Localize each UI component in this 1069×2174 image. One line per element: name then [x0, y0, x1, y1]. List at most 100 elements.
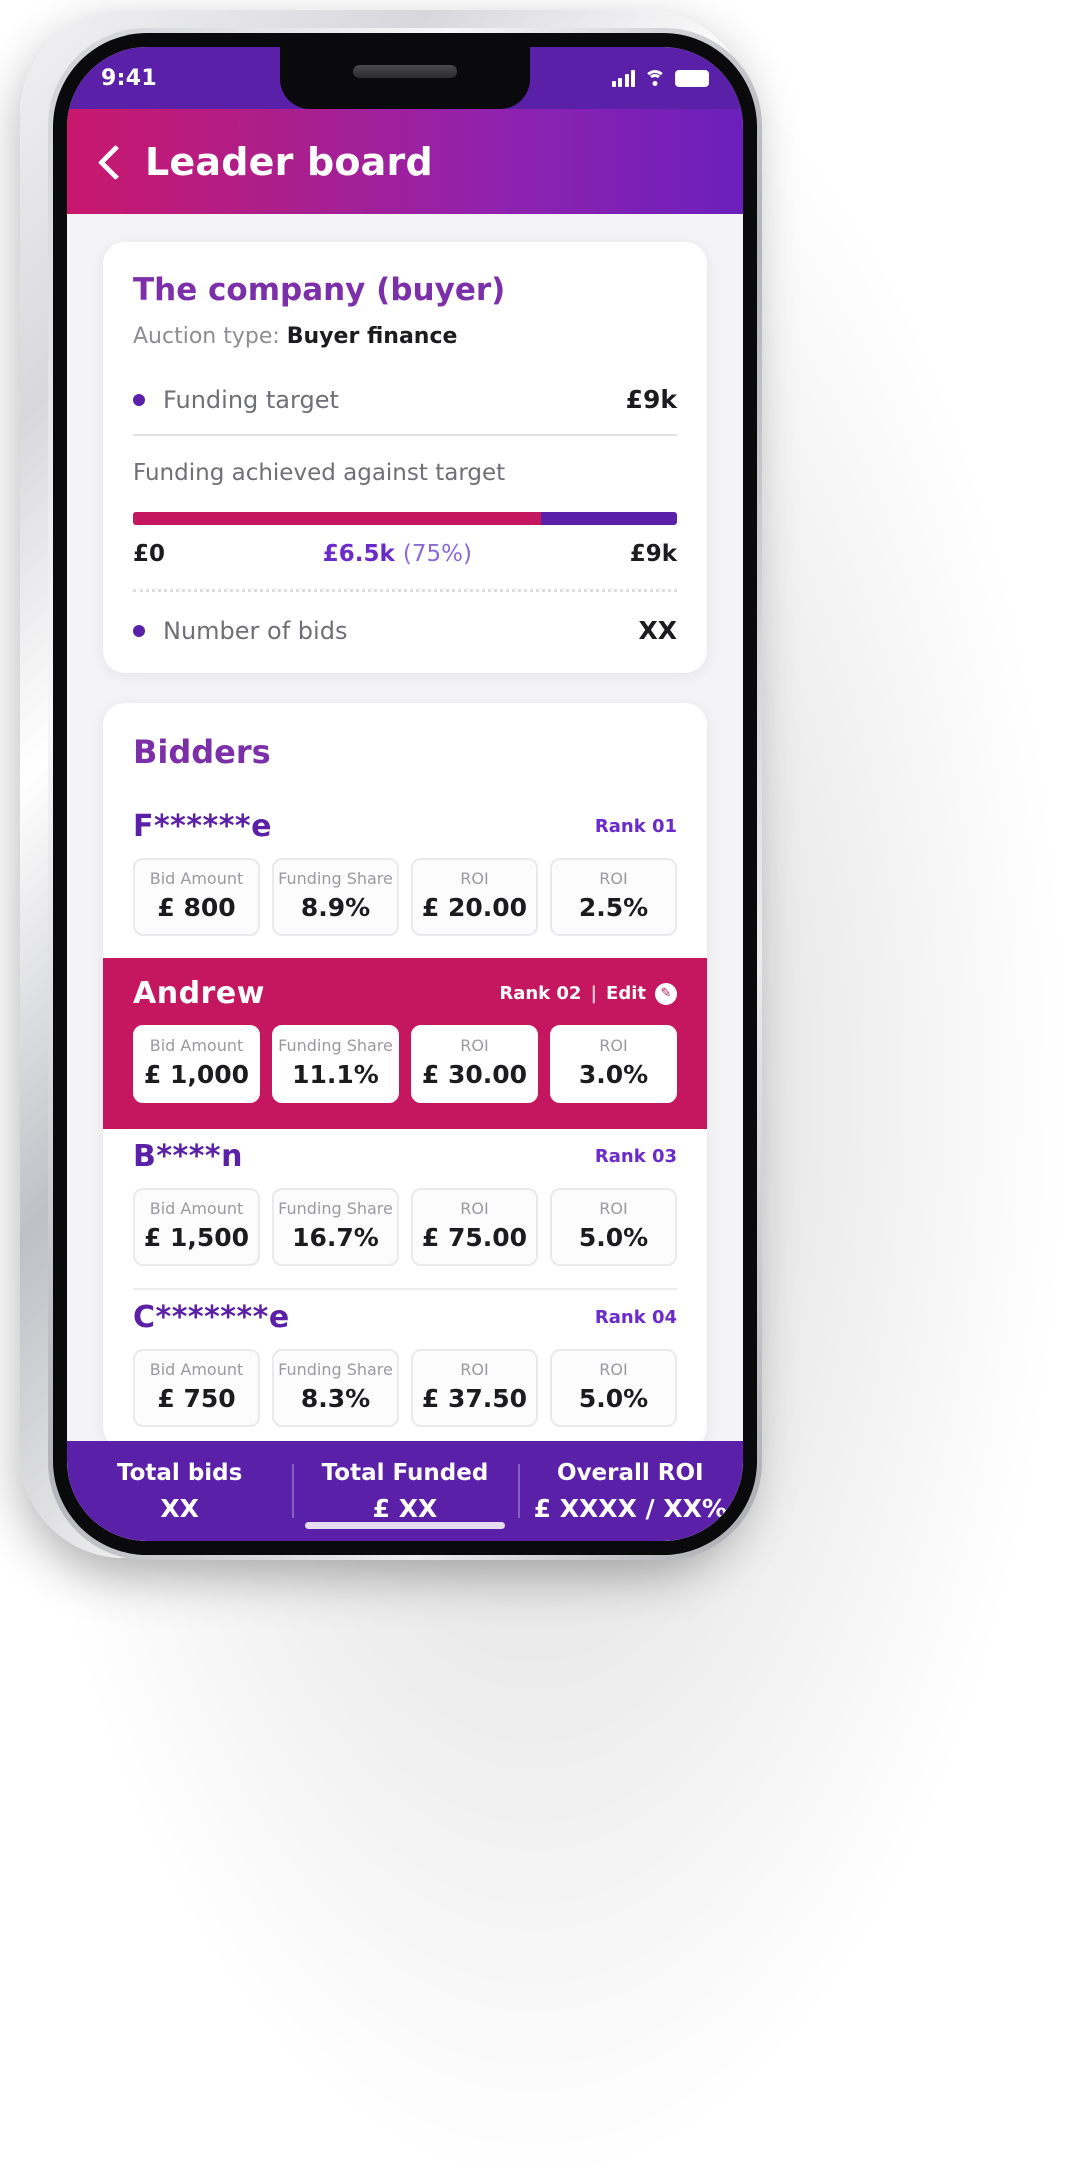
stat-label: Bid Amount — [149, 1199, 244, 1218]
back-chevron-icon[interactable] — [97, 142, 123, 182]
auction-type-label: Auction type: — [133, 324, 280, 349]
funding-progress-bar — [133, 512, 677, 525]
rank-separator: | — [590, 983, 598, 1004]
stat-label: Bid Amount — [149, 1036, 244, 1055]
stat-roi-value: ROI £ 30.00 — [411, 1025, 538, 1103]
bidder-rank: Rank 04 — [594, 1307, 677, 1328]
stat-label: Bid Amount — [149, 1360, 244, 1379]
funding-target-row: Funding target £9k — [133, 379, 677, 432]
stat-label: Funding Share — [278, 1360, 393, 1379]
bullet-dot-icon — [133, 624, 145, 637]
bidder-stats: Bid Amount £ 800 Funding Share 8.9% ROI £ 20.… — [133, 858, 677, 936]
bidder-row[interactable]: Andrew Rank 02 | Edit ✎ Bid Amount £ 1,000 Fund… — [103, 958, 707, 1129]
stat-roi-percent: ROI 5.0% — [550, 1188, 677, 1266]
scroll-content[interactable]: The company (buyer) Auction type: Buyer … — [67, 214, 743, 1541]
funding-target-value: £9k — [625, 385, 677, 414]
summary-total-bids-value: XX — [160, 1493, 199, 1523]
stat-funding-share: Funding Share 8.9% — [272, 858, 399, 936]
stat-value: 16.7% — [292, 1223, 379, 1252]
stat-value: £ 1,500 — [143, 1223, 250, 1252]
bidder-row-header: C*******e Rank 04 — [133, 1300, 677, 1335]
bidders-card: Bidders F******e Rank 01 Bid Amount £ 800 Fu… — [103, 703, 707, 1449]
stat-value: £ 750 — [157, 1384, 236, 1413]
stat-funding-share: Funding Share 11.1% — [272, 1025, 399, 1103]
stat-value: £ 37.50 — [421, 1384, 528, 1413]
pencil-icon[interactable]: ✎ — [655, 982, 677, 1005]
stat-value: 11.1% — [292, 1060, 379, 1089]
stat-label: ROI — [460, 1360, 489, 1379]
stat-label: Funding Share — [278, 869, 393, 888]
stat-roi-value: ROI £ 75.00 — [411, 1188, 538, 1266]
bullet-dot-icon — [133, 393, 145, 406]
edit-button-label[interactable]: Edit — [606, 983, 646, 1004]
stat-label: ROI — [460, 1199, 489, 1218]
bidder-name: Andrew — [133, 976, 265, 1011]
progress-end-label: £9k — [629, 541, 677, 567]
summary-overall-roi-label: Overall ROI — [557, 1459, 704, 1486]
bidder-rank-label: Rank 02 — [499, 983, 582, 1004]
stat-roi-percent: ROI 5.0% — [550, 1349, 677, 1427]
stat-bid-amount: Bid Amount £ 1,000 — [133, 1025, 260, 1103]
stat-label: Funding Share — [278, 1199, 393, 1218]
phone-frame: 9:41 Leader board The company (buyer) Au… — [20, 10, 762, 1560]
status-bar-time: 9:41 — [101, 65, 157, 91]
progress-achieved-amount: £6.5k — [322, 541, 395, 567]
bidder-rank: Rank 03 — [594, 1146, 677, 1167]
bidder-stats: Bid Amount £ 1,000 Funding Share 11.1% ROI £ … — [133, 1025, 677, 1103]
bidder-row-header: Andrew Rank 02 | Edit ✎ — [133, 976, 677, 1011]
number-of-bids-value: XX — [638, 616, 677, 645]
auction-type-row: Auction type: Buyer finance — [133, 324, 677, 349]
battery-icon — [675, 69, 709, 87]
stat-value: 5.0% — [578, 1223, 649, 1252]
stat-value: 2.5% — [578, 893, 649, 922]
company-name: The company (buyer) — [133, 272, 506, 308]
summary-total-bids: Total bids XX — [67, 1460, 292, 1523]
stat-label: ROI — [599, 869, 628, 888]
summary-total-bids-label: Total bids — [116, 1459, 243, 1486]
funding-target-label: Funding target — [163, 385, 339, 414]
stat-label: Funding Share — [278, 1036, 393, 1055]
bidder-name: F******e — [133, 809, 272, 844]
bidder-row[interactable]: F******e Rank 01 Bid Amount £ 800 Funding Sh… — [103, 799, 707, 958]
bidder-rank[interactable]: Rank 02 | Edit ✎ — [499, 982, 677, 1005]
bidder-rank: Rank 01 — [594, 816, 677, 837]
dotted-divider — [133, 589, 677, 592]
stat-value: £ 30.00 — [421, 1060, 528, 1089]
wifi-icon — [644, 69, 666, 87]
bidders-title: Bidders — [133, 733, 271, 771]
stat-label: ROI — [460, 869, 489, 888]
bidder-stats: Bid Amount £ 750 Funding Share 8.3% ROI £ 37.… — [133, 1349, 677, 1427]
stat-bid-amount: Bid Amount £ 1,500 — [133, 1188, 260, 1266]
progress-legend: £0 £6.5k (75%) £9k — [133, 541, 677, 567]
summary-overall-roi-value: £ XXXX / XX% — [533, 1493, 727, 1523]
cellular-signal-icon — [611, 69, 635, 87]
stat-roi-value: ROI £ 20.00 — [411, 858, 538, 936]
bidder-name: B****n — [133, 1139, 243, 1174]
company-card: The company (buyer) Auction type: Buyer … — [103, 242, 707, 673]
funding-progress-fill — [133, 512, 541, 525]
stat-label: ROI — [460, 1036, 489, 1055]
stat-roi-value: ROI £ 37.50 — [411, 1349, 538, 1427]
stat-value: £ 1,000 — [143, 1060, 250, 1089]
stat-roi-percent: ROI 3.0% — [550, 1025, 677, 1103]
stat-value: 8.3% — [300, 1384, 371, 1413]
status-bar-indicators — [611, 69, 709, 87]
stat-value: 8.9% — [300, 893, 371, 922]
stat-funding-share: Funding Share 8.3% — [272, 1349, 399, 1427]
stat-roi-percent: ROI 2.5% — [550, 858, 677, 936]
page-title: Leader board — [145, 139, 433, 184]
bidder-row[interactable]: B****n Rank 03 Bid Amount £ 1,500 Funding Sh… — [103, 1129, 707, 1288]
stat-value: £ 20.00 — [421, 893, 528, 922]
home-indicator — [305, 1522, 505, 1529]
stat-label: Bid Amount — [149, 869, 244, 888]
bidder-name: C*******e — [133, 1300, 290, 1335]
bidder-row[interactable]: C*******e Rank 04 Bid Amount £ 750 Funding S… — [103, 1290, 707, 1449]
stat-value: £ 75.00 — [421, 1223, 528, 1252]
progress-achieved-percent: (75%) — [402, 541, 472, 567]
summary-total-funded-label: Total Funded — [321, 1459, 489, 1486]
progress-start-label: £0 — [133, 541, 166, 567]
auction-type-value: Buyer finance — [286, 324, 458, 349]
divider — [133, 434, 677, 436]
progress-caption: Funding achieved against target — [133, 460, 506, 486]
stat-bid-amount: Bid Amount £ 800 — [133, 858, 260, 936]
